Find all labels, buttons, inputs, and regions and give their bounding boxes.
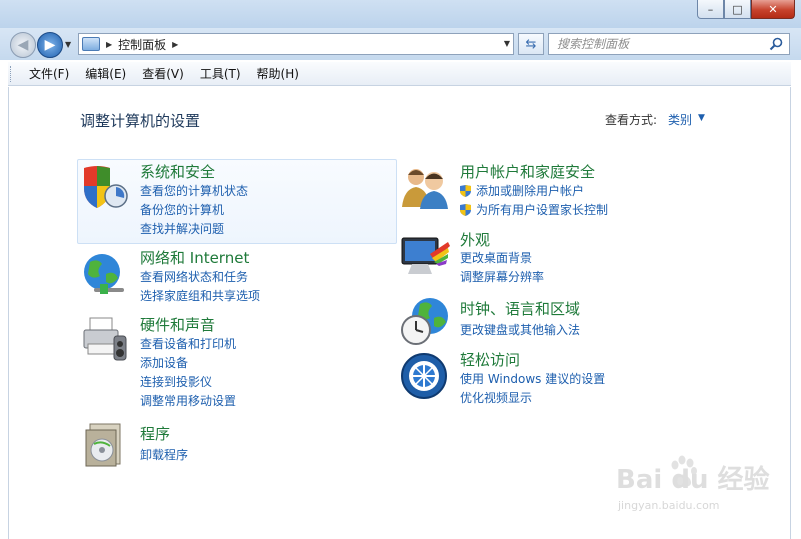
link-add-device[interactable]: 添加设备 xyxy=(140,354,188,371)
minimize-button[interactable]: – xyxy=(697,0,724,19)
link-devices-printers[interactable]: 查看设备和打印机 xyxy=(140,335,236,352)
address-bar[interactable]: ▶ 控制面板 ▶ ▼ xyxy=(78,33,514,55)
refresh-button[interactable]: ⇆ xyxy=(518,33,544,55)
link-connect-projector[interactable]: 连接到投影仪 xyxy=(140,373,212,390)
category-title-clock-language-region[interactable]: 时钟、语言和区域 xyxy=(460,298,580,319)
link-screen-resolution[interactable]: 调整屏幕分辨率 xyxy=(460,268,544,285)
chevron-down-icon: ▼ xyxy=(65,40,72,49)
shield-icon[interactable] xyxy=(80,162,130,210)
network-globe-icon[interactable] xyxy=(80,250,130,298)
window-controls: – □ ✕ xyxy=(697,0,795,19)
breadcrumb-arrow-icon[interactable]: ▶ xyxy=(172,40,178,49)
close-button[interactable]: ✕ xyxy=(751,0,795,19)
monitor-palette-icon[interactable] xyxy=(400,234,452,280)
forward-button[interactable]: ▶ xyxy=(37,32,63,58)
link-label: 添加或删除用户帐户 xyxy=(476,184,585,198)
link-backup-computer[interactable]: 备份您的计算机 xyxy=(140,201,224,218)
link-view-computer-status[interactable]: 查看您的计算机状态 xyxy=(140,182,248,199)
watermark-brand: Bai du 经验 xyxy=(616,465,770,495)
menu-help[interactable]: 帮助(H) xyxy=(249,65,307,82)
link-parental-controls[interactable]: 为所有用户设置家长控制 xyxy=(460,201,608,218)
control-panel-icon xyxy=(82,37,100,51)
arrow-right-icon: ▶ xyxy=(44,37,56,53)
link-troubleshoot[interactable]: 查找并解决问题 xyxy=(140,220,224,237)
chevron-down-icon[interactable]: ▼ xyxy=(698,113,705,123)
uac-shield-icon xyxy=(460,204,471,216)
refresh-icon: ⇆ xyxy=(525,36,537,52)
breadcrumb-control-panel[interactable]: 控制面板 xyxy=(118,36,166,53)
category-title-programs[interactable]: 程序 xyxy=(140,423,170,444)
link-homegroup-sharing[interactable]: 选择家庭组和共享选项 xyxy=(140,287,260,304)
category-title-network-internet[interactable]: 网络和 Internet xyxy=(140,247,249,268)
arrow-left-icon: ◀ xyxy=(17,37,29,53)
menu-tools[interactable]: 工具(T) xyxy=(192,65,249,82)
link-windows-recommended-settings[interactable]: 使用 Windows 建议的设置 xyxy=(460,370,605,387)
link-optimize-display[interactable]: 优化视频显示 xyxy=(460,389,532,406)
category-title-system-security[interactable]: 系统和安全 xyxy=(140,161,215,182)
baidu-watermark: Bai du 经验 jingyan.baidu.com xyxy=(610,455,795,525)
search-box[interactable] xyxy=(548,33,790,55)
link-network-status[interactable]: 查看网络状态和任务 xyxy=(140,268,248,285)
recent-pages-dropdown[interactable]: ▼ xyxy=(65,40,71,49)
view-by-dropdown[interactable]: 类别 xyxy=(668,111,692,128)
menu-grip xyxy=(10,65,13,82)
link-label: 为所有用户设置家长控制 xyxy=(476,203,609,217)
programs-icon[interactable] xyxy=(82,422,128,468)
watermark-url: jingyan.baidu.com xyxy=(618,499,720,512)
ease-of-access-icon[interactable] xyxy=(400,352,448,400)
search-input[interactable] xyxy=(549,34,759,54)
link-change-keyboard[interactable]: 更改键盘或其他输入法 xyxy=(460,321,580,338)
link-mobility-settings[interactable]: 调整常用移动设置 xyxy=(140,392,236,409)
maximize-button[interactable]: □ xyxy=(724,0,751,19)
menu-edit[interactable]: 编辑(E) xyxy=(77,65,134,82)
search-icon[interactable] xyxy=(769,37,783,51)
address-dropdown-icon[interactable]: ▼ xyxy=(504,39,510,48)
back-button[interactable]: ◀ xyxy=(10,32,36,58)
link-desktop-background[interactable]: 更改桌面背景 xyxy=(460,249,532,266)
title-bar: – □ ✕ xyxy=(0,0,801,28)
menu-view[interactable]: 查看(V) xyxy=(134,65,192,82)
printer-icon[interactable] xyxy=(80,314,130,364)
view-by-label: 查看方式: xyxy=(605,113,658,127)
uac-shield-icon xyxy=(460,185,471,197)
link-add-remove-accounts[interactable]: 添加或删除用户帐户 xyxy=(460,182,584,199)
breadcrumb-arrow-icon[interactable]: ▶ xyxy=(106,40,112,49)
menu-file[interactable]: 文件(F) xyxy=(21,65,77,82)
category-title-appearance[interactable]: 外观 xyxy=(460,229,490,250)
category-title-hardware-sound[interactable]: 硬件和声音 xyxy=(140,314,215,335)
menu-bar: 文件(F) 编辑(E) 查看(V) 工具(T) 帮助(H) xyxy=(8,62,791,86)
users-icon[interactable] xyxy=(400,163,452,211)
link-uninstall-program[interactable]: 卸载程序 xyxy=(140,446,188,463)
category-title-user-accounts[interactable]: 用户帐户和家庭安全 xyxy=(460,161,595,182)
page-title: 调整计算机的设置 xyxy=(80,112,201,130)
category-title-ease-of-access[interactable]: 轻松访问 xyxy=(460,349,520,370)
clock-globe-icon[interactable] xyxy=(400,296,452,346)
